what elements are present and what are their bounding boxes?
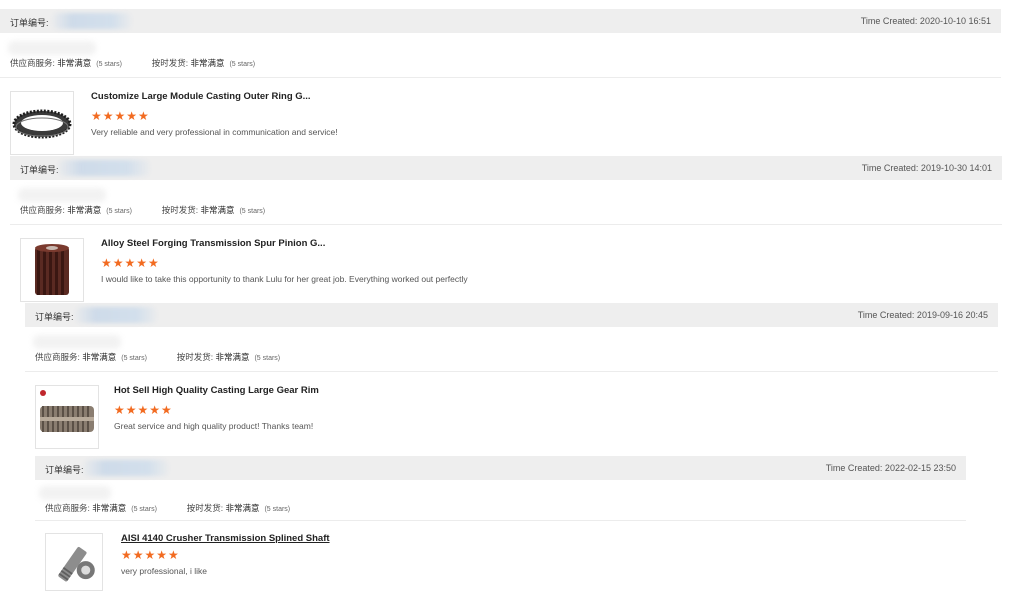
order-number-label: 订单编号: [35,312,74,322]
supplier-service-value: 非常满意 [67,205,102,215]
time-created: Time Created: 2022-02-15 23:50 [825,463,956,473]
buyer-name-redacted [39,486,111,500]
ontime-stars: (5 stars) [229,61,256,68]
buyer-name-redacted [8,41,96,55]
ontime-stars: (5 stars) [264,506,291,513]
product-thumbnail[interactable] [35,385,99,449]
review-item: 订单编号: Time Created: 2020-10-10 16:51 供应商… [0,9,1001,159]
order-number-label: 订单编号: [20,165,59,175]
ontime-value: 非常满意 [225,503,260,513]
supplier-service-value: 非常满意 [57,58,92,68]
ratings-row: 供应商服务: 非常满意 (5 stars) 按时发货: 非常满意 (5 stars) [20,204,265,216]
order-header: 订单编号: Time Created: 2022-02-15 23:50 [35,456,966,480]
divider [0,77,1001,78]
star-rating: ★★★★★ [91,109,150,123]
review-comment: Great service and high quality product! … [114,421,314,431]
product-thumbnail[interactable] [20,238,84,302]
supplier-service-stars: (5 stars) [131,506,157,513]
review-item: 订单编号: Time Created: 2019-10-30 14:01 供应商… [10,156,1002,306]
ratings-row: 供应商服务: 非常满意 (5 stars) 按时发货: 非常满意 (5 stars) [10,57,255,69]
gear-rim-icon [40,390,94,432]
review-item: 订单编号: Time Created: 2019-09-16 20:45 供应商… [25,303,998,453]
order-number-redacted [75,307,157,323]
ontime-value: 非常满意 [200,205,235,215]
ontime-label: 按时发货: [161,205,199,215]
supplier-service-stars: (5 stars) [96,61,122,68]
review-comment: very professional, i like [121,566,207,576]
time-created: Time Created: 2020-10-10 16:51 [860,16,991,26]
product-title[interactable]: Alloy Steel Forging Transmission Spur Pi… [101,238,325,249]
order-number-redacted [58,160,150,176]
ontime-label: 按时发货: [151,58,189,68]
buyer-name-redacted [33,335,121,349]
ratings-row: 供应商服务: 非常满意 (5 stars) 按时发货: 非常满意 (5 stars) [35,351,280,363]
star-rating: ★★★★★ [101,256,160,270]
supplier-service-label: 供应商服务: [20,205,65,215]
ontime-label: 按时发货: [186,503,224,513]
buyer-name-redacted [18,188,106,202]
review-comment: I would like to take this opportunity to… [101,274,468,284]
splined-shaft-icon [58,547,95,582]
product-title[interactable]: Hot Sell High Quality Casting Large Gear… [114,385,319,396]
time-created: Time Created: 2019-09-16 20:45 [857,310,988,320]
review-item: 订单编号: Time Created: 2022-02-15 23:50 供应商… [35,456,966,606]
supplier-service-value: 非常满意 [92,503,127,513]
supplier-service-label: 供应商服务: [10,58,55,68]
ratings-row: 供应商服务: 非常满意 (5 stars) 按时发货: 非常满意 (5 stars) [45,502,290,514]
product-title[interactable]: Customize Large Module Casting Outer Rin… [91,91,311,102]
spur-pinion-icon [35,244,69,295]
divider [10,224,1002,225]
star-rating: ★★★★★ [114,403,173,417]
product-title[interactable]: AISI 4140 Crusher Transmission Splined S… [121,533,330,544]
order-number-label: 订单编号: [45,465,84,475]
time-created: Time Created: 2019-10-30 14:01 [861,163,992,173]
ontime-label: 按时发货: [176,352,214,362]
star-rating: ★★★★★ [121,548,180,562]
order-number-label: 订单编号: [10,18,49,28]
order-number-redacted [52,13,132,29]
ring-gear-icon [12,109,72,139]
ontime-stars: (5 stars) [239,208,266,215]
order-header: 订单编号: Time Created: 2020-10-10 16:51 [0,9,1001,33]
review-comment: Very reliable and very professional in c… [91,127,338,137]
supplier-service-stars: (5 stars) [106,208,132,215]
supplier-service-stars: (5 stars) [121,355,147,362]
divider [35,520,966,521]
supplier-service-label: 供应商服务: [35,352,80,362]
divider [25,371,998,372]
order-number-redacted [83,460,169,476]
ontime-value: 非常满意 [215,352,250,362]
ontime-stars: (5 stars) [254,355,281,362]
supplier-service-value: 非常满意 [82,352,117,362]
product-thumbnail[interactable] [10,91,74,155]
product-thumbnail[interactable] [45,533,103,591]
order-header: 订单编号: Time Created: 2019-10-30 14:01 [10,156,1002,180]
supplier-service-label: 供应商服务: [45,503,90,513]
ontime-value: 非常满意 [190,58,225,68]
order-header: 订单编号: Time Created: 2019-09-16 20:45 [25,303,998,327]
